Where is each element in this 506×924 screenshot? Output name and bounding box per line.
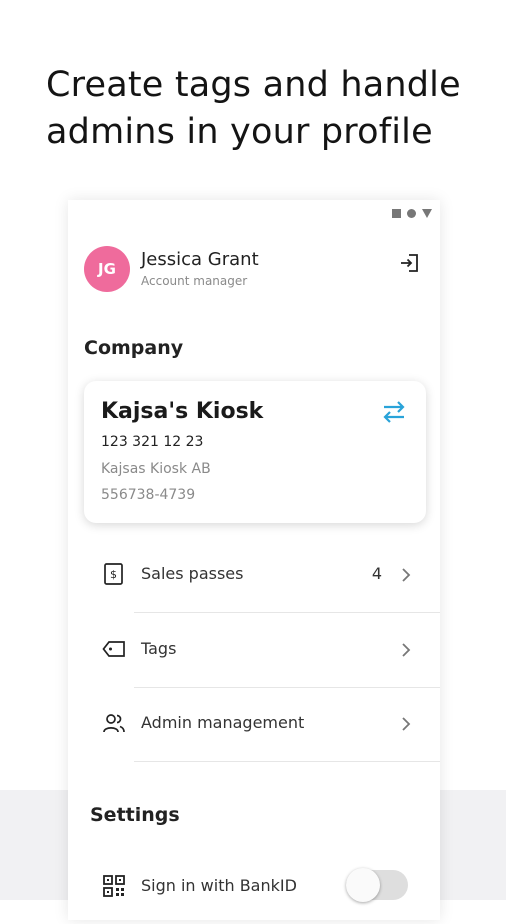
headline: Create tags and handle admins in your pr… (46, 65, 461, 152)
settings-section-title: Settings (90, 804, 180, 826)
svg-text:$: $ (110, 568, 117, 581)
toggle-knob (346, 868, 380, 902)
menu-item-label: Admin management (141, 713, 305, 732)
chevron-right-icon (402, 568, 411, 582)
company-legal-name: Kajsas Kiosk AB (101, 461, 211, 477)
status-bar (392, 209, 432, 218)
back-icon (422, 209, 432, 218)
menu-item-admin-management[interactable]: Admin management (68, 687, 440, 761)
divider (134, 761, 440, 762)
switch-company-icon[interactable] (380, 398, 408, 426)
setting-label: Sign in with BankID (141, 876, 297, 895)
admins-icon (103, 714, 125, 733)
user-role: Account manager (141, 274, 248, 288)
chevron-right-icon (402, 643, 411, 657)
logout-icon[interactable] (398, 252, 420, 274)
qr-code-icon (103, 875, 125, 897)
chevron-right-icon (402, 717, 411, 731)
home-icon (407, 209, 416, 218)
company-org-number: 556738-4739 (101, 487, 196, 503)
company-phone: 123 321 12 23 (101, 434, 204, 450)
menu-item-tags[interactable]: Tags (68, 613, 440, 687)
company-section-title: Company (84, 337, 184, 359)
bankid-toggle[interactable] (346, 868, 408, 902)
sales-pass-icon: $ (104, 563, 123, 585)
phone-screen: JG Jessica Grant Account manager Company… (68, 200, 440, 920)
company-name: Kajsa's Kiosk (101, 399, 264, 424)
tag-icon (102, 641, 125, 657)
sales-passes-count: 4 (371, 564, 382, 583)
recent-apps-icon (392, 209, 401, 218)
menu-item-sales-passes[interactable]: $ Sales passes 4 (68, 538, 440, 612)
menu-item-label: Sales passes (141, 564, 244, 583)
company-card[interactable]: Kajsa's Kiosk 123 321 12 23 Kajsas Kiosk… (84, 381, 426, 523)
user-name: Jessica Grant (141, 249, 259, 270)
avatar: JG (84, 246, 130, 292)
menu-item-label: Tags (141, 639, 177, 658)
